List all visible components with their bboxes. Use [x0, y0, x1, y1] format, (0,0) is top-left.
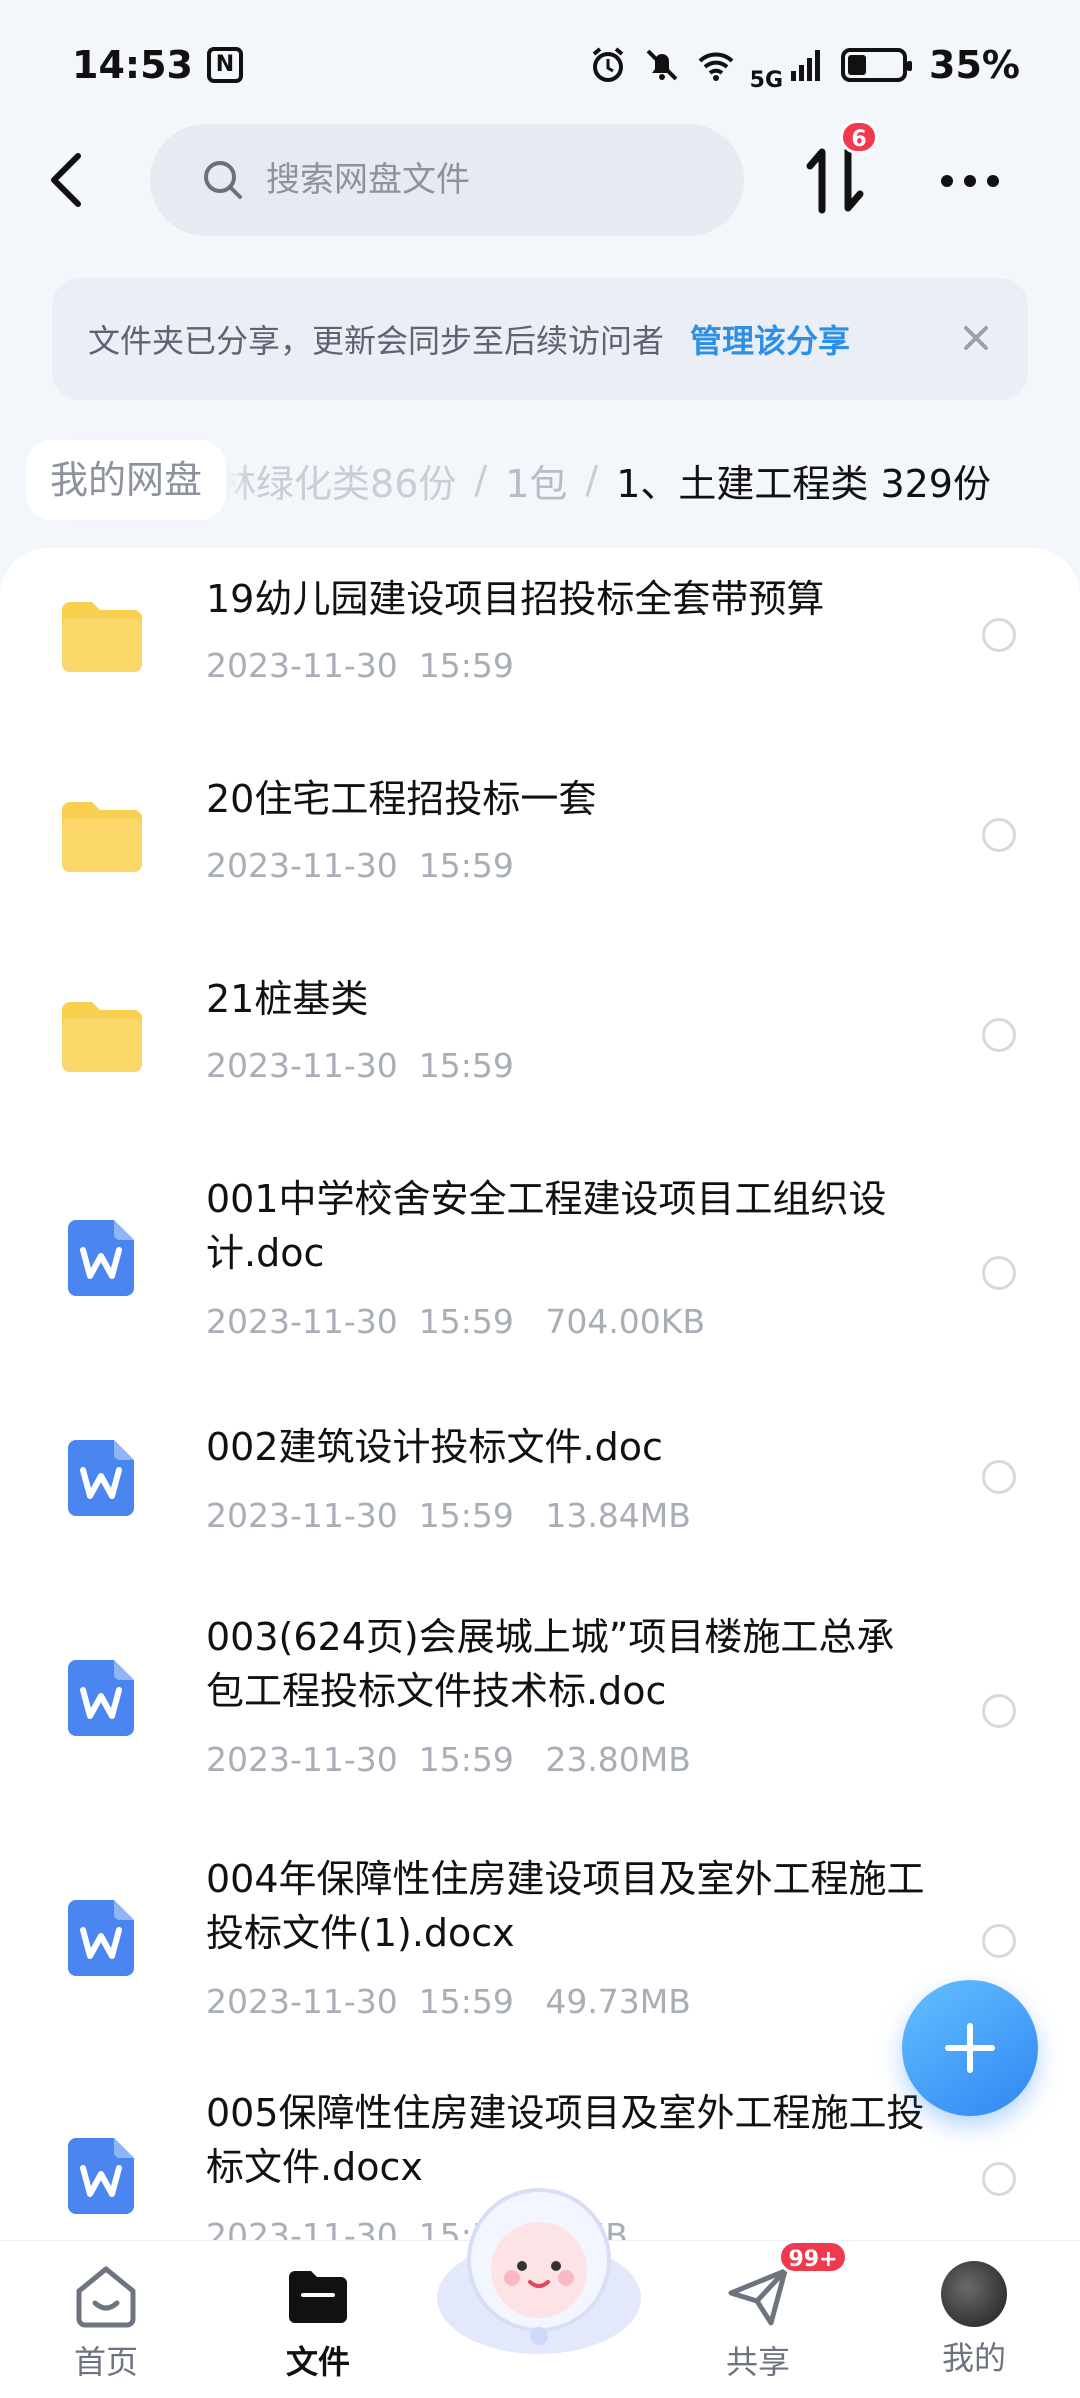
select-checkbox[interactable] — [982, 1694, 1016, 1728]
network-type: 5G — [749, 67, 784, 93]
folder-icon — [62, 1002, 142, 1072]
file-meta: 2023-11-30 15:59 49.73MB — [206, 1982, 691, 2021]
nav-mine[interactable]: 我的 — [904, 2261, 1044, 2379]
folder-icon — [62, 802, 142, 872]
banner-text: 文件夹已分享，更新会同步至后续访问者 — [88, 322, 665, 360]
file-name: 002建筑设计投标文件.doc — [206, 1425, 663, 1469]
share-banner: 文件夹已分享，更新会同步至后续访问者 管理该分享 — [52, 278, 1028, 400]
status-left: 14:53 N — [72, 43, 243, 87]
file-meta: 2023-11-30 15:59 13.84MB — [206, 1496, 691, 1535]
top-nav: 6 — [0, 120, 1080, 240]
select-checkbox[interactable] — [982, 1018, 1016, 1052]
list-item[interactable]: 002建筑设计投标文件.doc 2023-11-30 15:59 13.84MB — [0, 1400, 1080, 1586]
breadcrumb-root[interactable]: 我的网盘 — [26, 440, 227, 520]
word-doc-icon — [68, 1220, 134, 1296]
avatar — [941, 2261, 1007, 2327]
file-name: 003(624页)会展城上城”项目楼施工总承包工程投标文件技术标.doc — [206, 1615, 895, 1713]
signal-icon — [791, 50, 821, 81]
alarm-icon — [592, 47, 623, 82]
battery-icon — [841, 48, 913, 82]
breadcrumb-item[interactable]: 林绿化类86份 — [218, 453, 456, 508]
breadcrumb: 我的网盘 林绿化类86份 / 1包 / 1、土建工程类 329份 — [0, 430, 1080, 530]
list-item[interactable]: 19幼儿园建设项目招投标全套带预算 2023-11-30 15:59 — [0, 548, 1080, 748]
plus-icon — [945, 2023, 995, 2073]
select-checkbox[interactable] — [982, 818, 1016, 852]
file-list: 19幼儿园建设项目招投标全套带预算 2023-11-30 15:59 20住宅工… — [0, 548, 1080, 2248]
status-time: 14:53 — [72, 43, 193, 87]
search-icon — [204, 161, 242, 199]
file-meta: 2023-11-30 15:59 — [206, 646, 514, 685]
send-icon — [728, 2268, 788, 2326]
mascot-icon[interactable] — [432, 2178, 646, 2358]
add-button[interactable] — [902, 1980, 1038, 2116]
mute-bell-icon — [646, 49, 678, 81]
transfer-badge: 6 — [840, 120, 878, 154]
file-name: 19幼儿园建设项目招投标全套带预算 — [206, 577, 825, 621]
status-bar: 14:53 N 5G 35% — [0, 0, 1080, 130]
manage-share-link[interactable]: 管理该分享 — [690, 316, 850, 362]
list-item[interactable]: 001中学校舍安全工程建设项目工组织设计.doc 2023-11-30 15:5… — [0, 1148, 1080, 1400]
select-checkbox[interactable] — [982, 1256, 1016, 1290]
nav-files[interactable]: 文件 — [248, 2261, 388, 2383]
breadcrumb-separator: / — [474, 458, 488, 502]
file-name: 001中学校舍安全工程建设项目工组织设计.doc — [206, 1177, 887, 1275]
word-doc-icon — [68, 1440, 134, 1516]
folder-icon — [62, 602, 142, 672]
select-checkbox[interactable] — [982, 618, 1016, 652]
file-meta: 2023-11-30 15:59 — [206, 846, 514, 885]
word-doc-icon — [68, 1660, 134, 1736]
breadcrumb-separator: / — [585, 458, 599, 502]
file-name: 004年保障性住房建设项目及室外工程施工投标文件(1).docx — [206, 1857, 925, 1955]
word-doc-icon — [68, 1900, 134, 1976]
breadcrumb-item[interactable]: 1包 — [505, 453, 567, 508]
file-meta: 2023-11-30 15:59 704.00KB — [206, 1302, 706, 1341]
file-meta: 2023-11-30 15:59 — [206, 1046, 514, 1085]
status-right: 5G 35% — [588, 38, 1020, 93]
select-checkbox[interactable] — [982, 1924, 1016, 1958]
back-button[interactable] — [30, 144, 102, 216]
nav-mine-label: 我的 — [941, 2339, 1006, 2377]
wifi-icon — [698, 52, 734, 81]
file-name: 20住宅工程招投标一套 — [206, 777, 597, 821]
file-meta: 2023-11-30 15:59 23.80MB — [206, 1740, 691, 1779]
search-bar[interactable] — [150, 124, 744, 236]
close-icon[interactable] — [956, 318, 996, 358]
file-name: 21桩基类 — [206, 977, 369, 1021]
nav-share[interactable]: 共享 — [688, 2261, 828, 2383]
list-item[interactable]: 003(624页)会展城上城”项目楼施工总承包工程投标文件技术标.doc 202… — [0, 1586, 1080, 1838]
share-badge: 99+ — [778, 2240, 848, 2274]
nav-files-label: 文件 — [285, 2343, 350, 2381]
select-checkbox[interactable] — [982, 2162, 1016, 2196]
battery-percent: 35% — [929, 43, 1020, 87]
nav-home[interactable]: 首页 — [36, 2261, 176, 2383]
chevron-left-icon — [51, 153, 81, 207]
nav-home-label: 首页 — [73, 2343, 138, 2381]
nav-share-label: 共享 — [725, 2343, 790, 2381]
list-item[interactable]: 21桩基类 2023-11-30 15:59 — [0, 948, 1080, 1148]
nfc-icon: N — [206, 47, 243, 83]
list-item[interactable]: 20住宅工程招投标一套 2023-11-30 15:59 — [0, 748, 1080, 948]
folder-filled-icon — [289, 2271, 347, 2323]
more-dots-icon — [941, 175, 999, 187]
home-icon — [76, 2266, 136, 2328]
more-button[interactable] — [930, 146, 1010, 216]
search-input[interactable] — [266, 160, 706, 200]
select-checkbox[interactable] — [982, 1460, 1016, 1494]
breadcrumb-current: 1、土建工程类 329份 — [616, 461, 991, 506]
word-doc-icon — [68, 2138, 134, 2214]
